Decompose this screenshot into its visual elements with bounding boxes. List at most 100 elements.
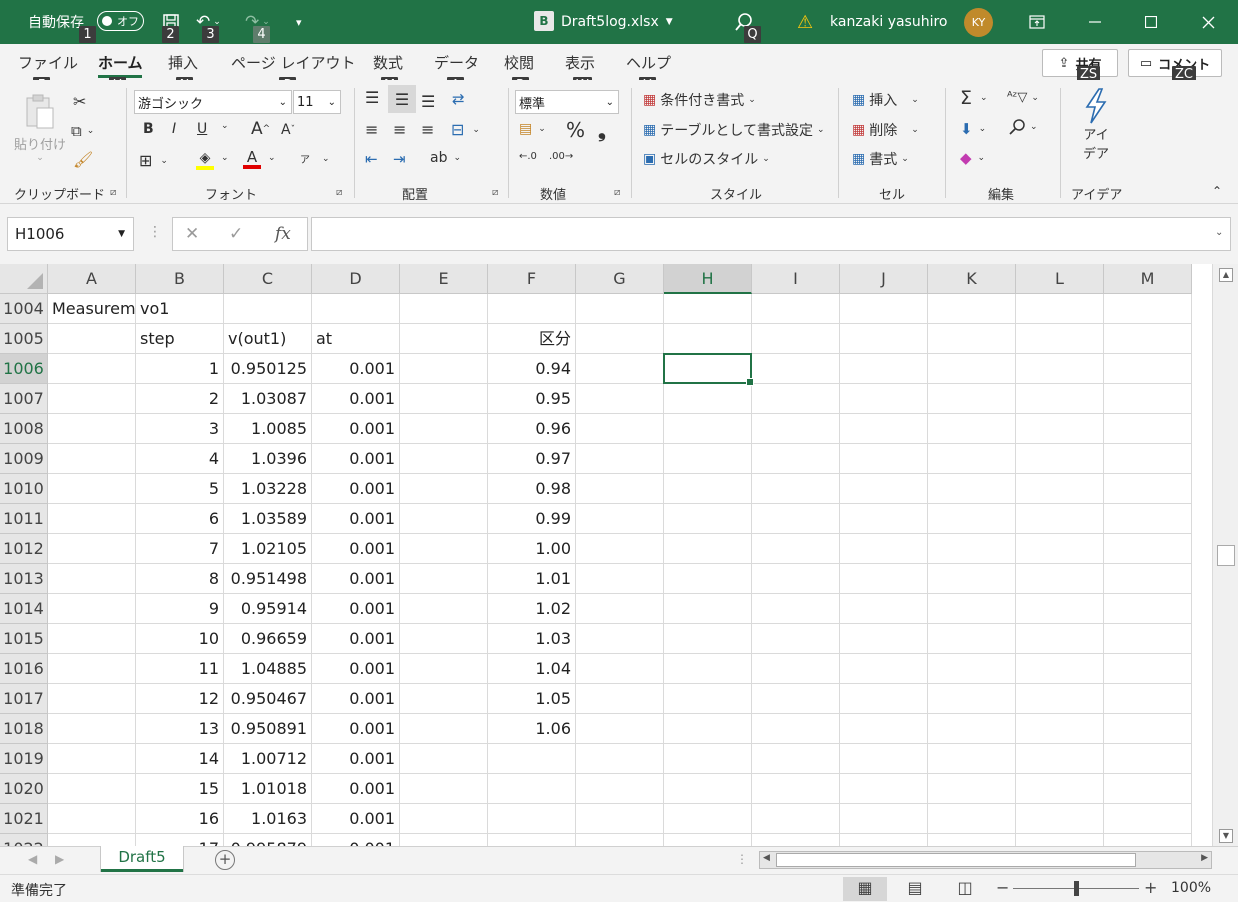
clear-icon[interactable]: ◆ ⌄ [960, 149, 985, 167]
cell-i1007[interactable] [752, 384, 840, 414]
column-header-e[interactable]: E [400, 264, 488, 294]
cell-g1007[interactable] [576, 384, 664, 414]
cell-a1020[interactable] [48, 774, 136, 804]
cell-l1017[interactable] [1016, 684, 1104, 714]
tab-formulas[interactable]: 数式 [373, 52, 403, 73]
cell-k1018[interactable] [928, 714, 1016, 744]
cell-h1017[interactable] [664, 684, 752, 714]
underline-button[interactable]: U [197, 121, 207, 137]
cell-l1005[interactable] [1016, 324, 1104, 354]
next-sheet-icon[interactable]: ▶ [55, 852, 64, 866]
cell-d1022[interactable]: 0.001 [312, 834, 400, 846]
row-header-1011[interactable]: 1011 [0, 504, 48, 534]
cell-g1008[interactable] [576, 414, 664, 444]
italic-button[interactable]: I [172, 121, 176, 137]
split-handle-icon[interactable]: ⋮ [736, 852, 748, 866]
avatar[interactable]: KY [964, 8, 993, 37]
cell-a1016[interactable] [48, 654, 136, 684]
cell-c1010[interactable]: 1.03228 [224, 474, 312, 504]
autosave-toggle[interactable]: オフ [97, 11, 144, 31]
cell-g1016[interactable] [576, 654, 664, 684]
phonetic-icon[interactable]: ア ⌄ [300, 151, 330, 167]
cell-f1018[interactable]: 1.06 [488, 714, 576, 744]
font-color-button[interactable]: A [243, 150, 261, 169]
cell-k1016[interactable] [928, 654, 1016, 684]
cell-i1009[interactable] [752, 444, 840, 474]
cell-a1017[interactable] [48, 684, 136, 714]
row-header-1016[interactable]: 1016 [0, 654, 48, 684]
fill-color-button[interactable]: ◈ [196, 150, 214, 170]
cell-k1014[interactable] [928, 594, 1016, 624]
row-header-1012[interactable]: 1012 [0, 534, 48, 564]
cell-f1007[interactable]: 0.95 [488, 384, 576, 414]
scroll-down-icon[interactable]: ▼ [1219, 829, 1233, 843]
cell-a1012[interactable] [48, 534, 136, 564]
cell-h1013[interactable] [664, 564, 752, 594]
cell-g1013[interactable] [576, 564, 664, 594]
cell-e1005[interactable] [400, 324, 488, 354]
tab-data[interactable]: データ [434, 52, 479, 73]
cell-b1021[interactable]: 16 [136, 804, 224, 834]
cell-j1015[interactable] [840, 624, 928, 654]
cell-i1012[interactable] [752, 534, 840, 564]
cell-k1010[interactable] [928, 474, 1016, 504]
cell-e1006[interactable] [400, 354, 488, 384]
cell-m1015[interactable] [1104, 624, 1192, 654]
cell-j1016[interactable] [840, 654, 928, 684]
cell-l1018[interactable] [1016, 714, 1104, 744]
font-launcher-icon[interactable]: ⧄ [336, 187, 342, 198]
zoom-out-button[interactable]: − [996, 878, 1009, 897]
cell-b1016[interactable]: 11 [136, 654, 224, 684]
cell-d1016[interactable]: 0.001 [312, 654, 400, 684]
collapse-ribbon-icon[interactable]: ⌃ [1212, 184, 1222, 198]
cell-e1010[interactable] [400, 474, 488, 504]
cell-e1011[interactable] [400, 504, 488, 534]
cell-l1010[interactable] [1016, 474, 1104, 504]
cell-j1018[interactable] [840, 714, 928, 744]
merge-center-icon[interactable]: ⊟ ⌄ [451, 120, 480, 139]
horizontal-scrollbar[interactable]: ◀ ▶ [759, 851, 1212, 869]
cell-k1013[interactable] [928, 564, 1016, 594]
cell-b1005[interactable]: step [136, 324, 224, 354]
number-format-select[interactable]: 標準 ⌄ [515, 90, 619, 114]
column-header-a[interactable]: A [48, 264, 136, 294]
cell-a1021[interactable] [48, 804, 136, 834]
cell-d1008[interactable]: 0.001 [312, 414, 400, 444]
cell-h1011[interactable] [664, 504, 752, 534]
cell-f1019[interactable] [488, 744, 576, 774]
row-header-1014[interactable]: 1014 [0, 594, 48, 624]
percent-button[interactable]: % [566, 118, 585, 142]
decrease-indent-icon[interactable]: ⇤ [365, 150, 378, 168]
row-header-1017[interactable]: 1017 [0, 684, 48, 714]
prev-sheet-icon[interactable]: ◀ [28, 852, 37, 866]
cell-b1019[interactable]: 14 [136, 744, 224, 774]
cell-e1012[interactable] [400, 534, 488, 564]
tab-page-layout[interactable]: ページ レイアウト [231, 52, 355, 73]
cell-m1005[interactable] [1104, 324, 1192, 354]
drag-handle-icon[interactable]: ⋮ [148, 224, 162, 240]
row-header-1010[interactable]: 1010 [0, 474, 48, 504]
row-header-1019[interactable]: 1019 [0, 744, 48, 774]
paste-button[interactable]: 貼り付け ⌄ [12, 94, 68, 163]
cell-g1005[interactable] [576, 324, 664, 354]
cell-f1012[interactable]: 1.00 [488, 534, 576, 564]
cell-h1008[interactable] [664, 414, 752, 444]
row-header-1018[interactable]: 1018 [0, 714, 48, 744]
select-all-button[interactable] [0, 264, 48, 294]
orientation-icon[interactable]: ab ⌄ [430, 150, 461, 166]
cell-c1012[interactable]: 1.02105 [224, 534, 312, 564]
cell-m1020[interactable] [1104, 774, 1192, 804]
align-right-icon[interactable]: ≡ [421, 120, 434, 139]
cell-i1011[interactable] [752, 504, 840, 534]
cell-b1017[interactable]: 12 [136, 684, 224, 714]
cell-j1021[interactable] [840, 804, 928, 834]
cell-c1017[interactable]: 0.950467 [224, 684, 312, 714]
cell-g1004[interactable] [576, 294, 664, 324]
cell-b1010[interactable]: 5 [136, 474, 224, 504]
cell-m1016[interactable] [1104, 654, 1192, 684]
row-header-1013[interactable]: 1013 [0, 564, 48, 594]
cell-a1007[interactable] [48, 384, 136, 414]
tab-file[interactable]: ファイル [18, 52, 78, 73]
cell-m1009[interactable] [1104, 444, 1192, 474]
conditional-format-button[interactable]: ▦ 条件付き書式 ⌄ [643, 90, 756, 110]
